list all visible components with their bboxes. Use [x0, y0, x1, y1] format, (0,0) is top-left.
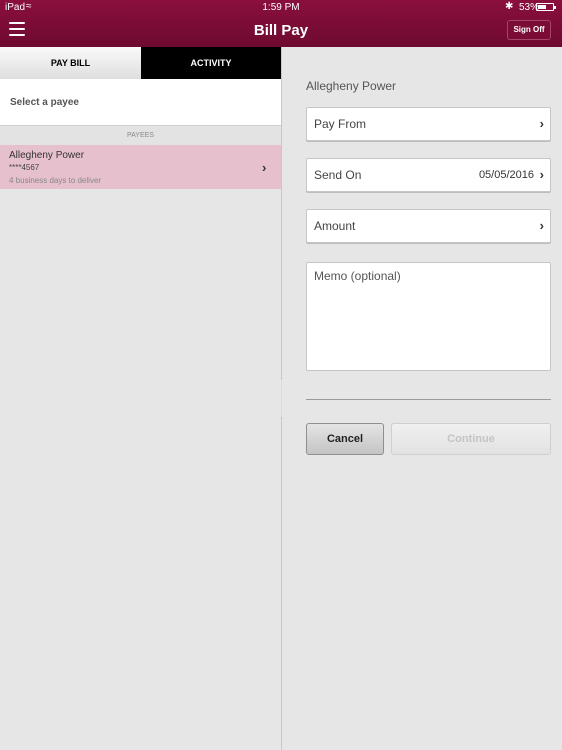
chevron-right-icon: ›	[539, 218, 544, 233]
amount-field[interactable]: Amount ›	[306, 209, 551, 243]
send-on-field[interactable]: Send On 05/05/2016 ›	[306, 158, 551, 192]
pay-from-label: Pay From	[314, 117, 367, 131]
payee-row[interactable]: Allegheny Power ****4567 4 business days…	[0, 145, 281, 189]
pay-from-field[interactable]: Pay From ›	[306, 107, 551, 141]
payee-list-panel: PAY BILL ACTIVITY Select a payee PAYEES …	[0, 47, 281, 750]
tab-activity[interactable]: ACTIVITY	[141, 47, 281, 79]
select-payee-label: Select a payee	[10, 97, 79, 108]
payee-name: Allegheny Power	[9, 150, 85, 161]
payees-section-header: PAYEES	[0, 127, 281, 145]
app-header: iPad ≈ 1:59 PM ✱ 53% Bill Pay Sign Off	[0, 0, 562, 47]
form-divider	[306, 399, 551, 400]
chevron-right-icon: ›	[262, 160, 267, 175]
send-on-value: 05/05/2016	[478, 169, 534, 181]
payee-account: ****4567	[9, 163, 40, 172]
chevron-right-icon: ›	[539, 116, 544, 131]
tab-bar: PAY BILL ACTIVITY	[0, 47, 281, 79]
continue-button[interactable]: Continue	[391, 423, 551, 455]
send-on-label: Send On	[314, 168, 362, 182]
selected-payee-title: Allegheny Power	[306, 79, 397, 93]
bluetooth-icon: ✱	[505, 1, 514, 12]
page-title: Bill Pay	[253, 22, 309, 39]
select-payee-header: Select a payee	[0, 79, 281, 126]
payment-form-panel: Allegheny Power Pay From › Send On 05/05…	[282, 47, 562, 750]
status-time: 1:59 PM	[262, 2, 300, 13]
sign-off-button[interactable]: Sign Off	[507, 20, 551, 40]
battery-icon	[536, 3, 556, 11]
memo-input[interactable]	[306, 262, 551, 371]
chevron-right-icon: ›	[539, 167, 544, 182]
amount-label: Amount	[314, 219, 356, 233]
cancel-button[interactable]: Cancel	[306, 423, 384, 455]
status-bar: iPad ≈ 1:59 PM ✱ 53%	[0, 0, 562, 14]
tab-pay-bill[interactable]: PAY BILL	[0, 47, 141, 79]
payee-delivery: 4 business days to deliver	[9, 176, 102, 185]
